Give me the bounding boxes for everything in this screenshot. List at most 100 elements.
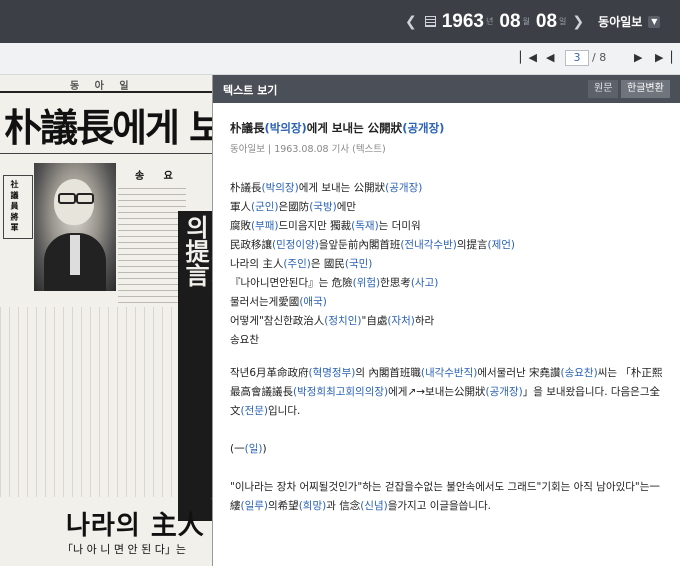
original-text-button[interactable]: 원문 [588, 80, 619, 98]
article-meta: 동아일보 | 1963.08.08 기사 (텍스트) [230, 144, 386, 155]
article-text: 한思考 [380, 277, 411, 289]
article-text: ) [262, 443, 267, 455]
article-text: 어떻게"참신한政治人 [230, 315, 325, 327]
article-text: 입니다. [268, 405, 301, 417]
newspaper-scan[interactable]: 동 아 일 朴議長에게 보 社 議 員 將 軍 송 요 民政移讓을앞둔前內閣首班… [0, 75, 213, 566]
prev-page-icon[interactable]: ◀ [546, 51, 554, 64]
scan-headline: 朴議長에게 보 [4, 105, 213, 150]
article-text: 는 더미워 [378, 220, 421, 232]
hangul-reading: (신념) [360, 500, 388, 512]
hangul-reading: (내각수반직) [420, 367, 478, 379]
day-unit: 일 [559, 17, 567, 26]
year-value[interactable]: 1963 [442, 11, 484, 33]
article-text: 은 國民 [310, 258, 345, 270]
article-text: 송요찬 [230, 334, 259, 346]
hangul-reading: (국방) [309, 201, 337, 213]
hangul-reading: (일루) [240, 500, 269, 512]
article-line: 『나아니면안된다』는 危險(위험)한思考(사고) [230, 274, 670, 293]
hangul-reading: (제언) [487, 239, 516, 251]
hangul-reading: (전내각수반) [400, 239, 457, 251]
hangul-reading: (군인) [251, 201, 279, 213]
article-text: 과 信念 [326, 500, 361, 512]
newspaper-name[interactable]: 동아일보 [598, 13, 642, 30]
article-text: 의 內閣首班職 [355, 367, 421, 379]
chevron-left-icon[interactable]: ❮ [405, 14, 417, 30]
hangul-reading: (전문) [240, 405, 269, 417]
article-line: 물러서는게愛國(애국) [230, 293, 670, 312]
year-unit: 년 [486, 17, 494, 26]
scan-bottom-subhead: 「나 아 니 면 안 된 다」는 [62, 543, 186, 556]
page-total: / 8 [592, 51, 607, 64]
date-navigator: ❮ 1963 년 08 월 08 일 ❯ 동아일보 ▼ [405, 0, 661, 43]
chevron-right-icon[interactable]: ❯ [572, 14, 584, 30]
scan-text-block [118, 183, 186, 303]
next-page-icon[interactable]: ▶ [634, 51, 642, 64]
scan-subhead: 송 요 [135, 171, 181, 182]
hangul-reading: (공개장) [385, 182, 423, 194]
scan-side-box: 社 議 員 將 軍 [3, 175, 33, 239]
article-text: 民政移讓 [230, 239, 272, 251]
month-value[interactable]: 08 [499, 11, 520, 33]
calendar-icon[interactable] [424, 16, 436, 27]
article-text: 을가지고 이글을씁니다. [387, 500, 491, 512]
article-text: 의提言 [456, 239, 488, 251]
article-lines: 朴議長(박의장)에게 보내는 公開狀(공개장) 軍人(군인)은國防(국방)에만 腐敗… [230, 179, 670, 350]
hangul-reading: (부패) [251, 220, 279, 232]
article-text: 『나아니면안된다』는 危險 [230, 277, 353, 289]
article-body: 朴議長(박의장)에게 보내는 公開狀(공개장) 동아일보 | 1963.08.0… [230, 119, 670, 516]
article-text: 腐敗 [230, 220, 251, 232]
article-text: 하라 [414, 315, 435, 327]
scan-masthead: 동 아 일 [70, 81, 135, 92]
day-value[interactable]: 08 [536, 11, 557, 33]
last-page-icon[interactable]: ▶▕ [655, 51, 672, 64]
scan-column-text [0, 307, 176, 497]
dropdown-icon[interactable]: ▼ [648, 15, 661, 28]
article-text: 朴議長 [230, 182, 262, 194]
panel-title: 텍스트 보기 [223, 84, 278, 97]
article-text: 의希望 [268, 500, 299, 512]
article-paragraph: (一(일)) [230, 440, 670, 459]
hangul-reading: (자처) [387, 315, 415, 327]
hangul-reading: (독재) [351, 220, 379, 232]
article-text: 一 [234, 443, 245, 455]
hangul-reading: (정치인) [324, 315, 362, 327]
article-line: 송요찬 [230, 331, 670, 350]
article-text: 에게 보내는 公開狀 [298, 182, 386, 194]
article-line: 民政移讓(민정이양)을앞둔前內閣首班(전내각수반)의提言(제언) [230, 236, 670, 255]
scan-vertical-banner: 民政移讓을앞둔前內閣首班의提言 [178, 211, 212, 521]
article-text: 물러서는게愛國 [230, 296, 300, 308]
hangul-reading: (박의장) [261, 182, 299, 194]
hangul-reading: (공개장) [485, 386, 523, 398]
article-text: 에서물러난 宋堯讚 [477, 367, 561, 379]
scan-bottom-headline: 나라의 主人 [66, 511, 205, 541]
article-line: 어떻게"참신한政治人(정치인)"自處(자처)하라 [230, 312, 670, 331]
article-paragraph: 작년6月革命政府(혁명정부)의 內閣首班職(내각수반직)에서물러난 宋堯讚(송요… [230, 364, 670, 421]
scan-rule [0, 91, 212, 93]
article-line: 나라의 主人(주인)은 國民(국민) [230, 255, 670, 274]
article-text: 을앞둔前內閣首班 [318, 239, 401, 251]
article-text: 작년6月革命政府 [230, 367, 309, 379]
scan-rule [0, 153, 212, 154]
hangul-reading: (국민) [344, 258, 373, 270]
article-line: 朴議長(박의장)에게 보내는 公開狀(공개장) [230, 179, 670, 198]
hangul-reading: (주인) [283, 258, 311, 270]
portrait-photo [34, 163, 116, 291]
month-unit: 월 [522, 17, 530, 26]
article-text: "自處 [361, 315, 388, 327]
article-paragraph: "이나라는 장차 어찌될것인가"하는 걷잡을수없는 불안속에서도 그래드"기회는… [230, 478, 670, 516]
article-line: 軍人(군인)은國防(국방)에만 [230, 198, 670, 217]
hangul-reading: (박정희최고회의의장) [293, 386, 389, 398]
page-number-input[interactable]: 3 [565, 50, 589, 66]
article-text: 에만 [336, 201, 357, 213]
hangul-reading: (송요찬) [560, 367, 598, 379]
panel-header: 텍스트 보기 원문 한글변환 [213, 75, 680, 103]
top-bar: ❮ 1963 년 08 월 08 일 ❯ 동아일보 ▼ [0, 0, 680, 43]
article-text: 에게↗→보내는公開狀 [388, 386, 486, 398]
hangul-reading: (희망) [298, 500, 327, 512]
hangul-convert-button[interactable]: 한글변환 [621, 80, 670, 98]
hangul-reading: (일) [244, 443, 263, 455]
article-text: 軍人 [230, 201, 251, 213]
article-text: 드미음지만 獨裁 [278, 220, 352, 232]
first-page-icon[interactable]: ▏◀ [520, 51, 537, 64]
article-text: 나라의 主人 [230, 258, 284, 270]
